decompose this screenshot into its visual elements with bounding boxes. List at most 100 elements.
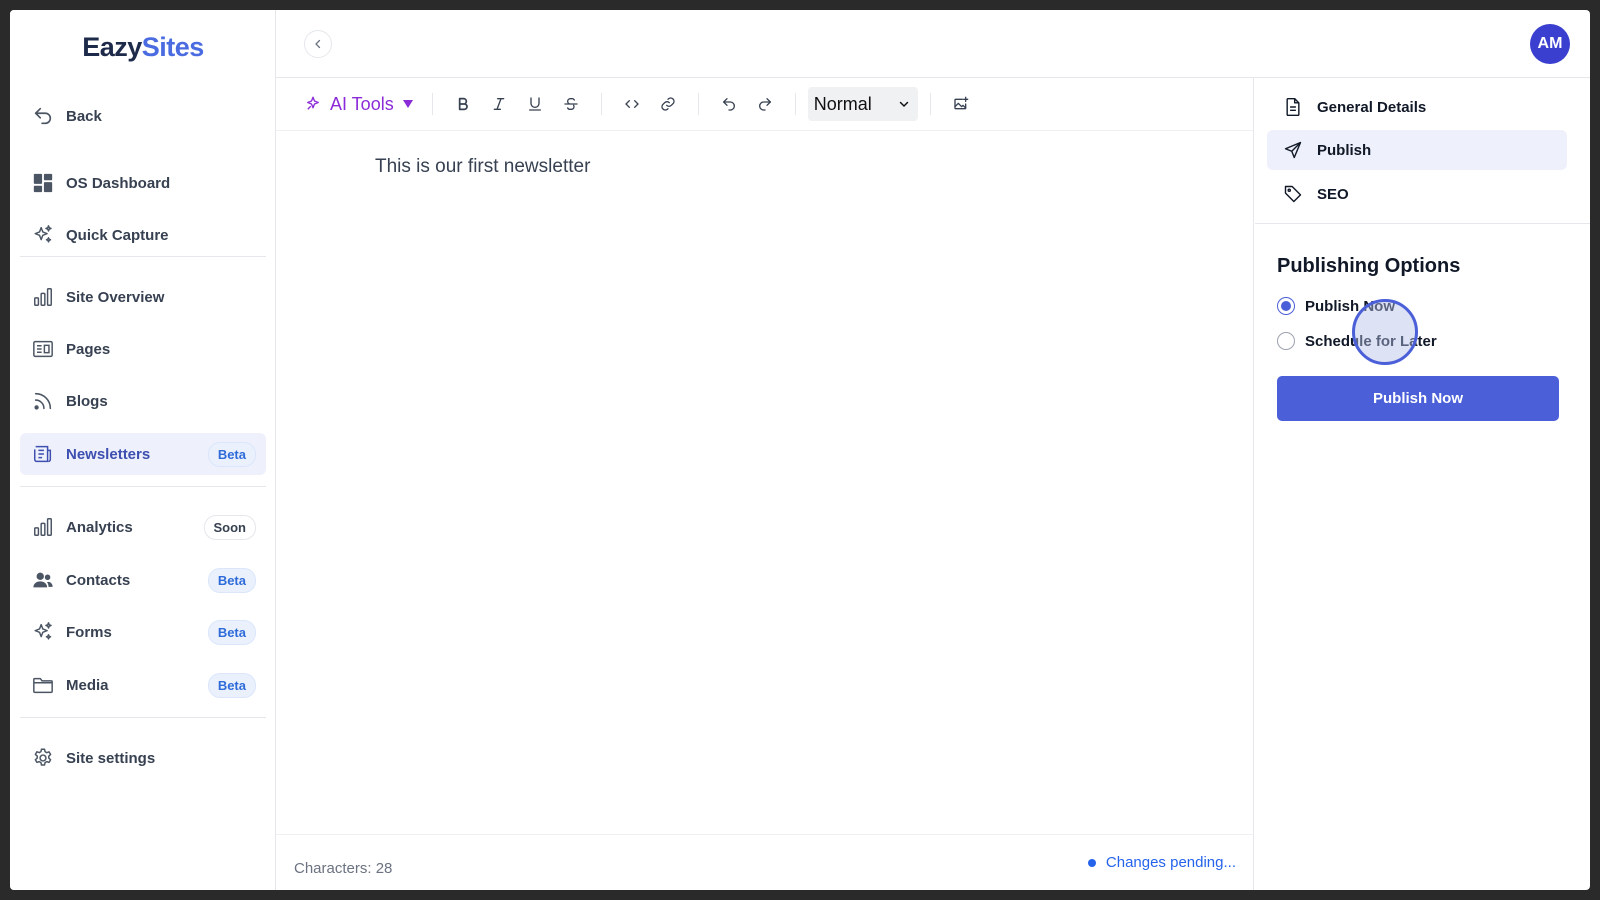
sidebar-item-label: Pages: [66, 340, 111, 358]
ai-tools-label: AI Tools: [330, 93, 394, 114]
toolbar-separator: [929, 93, 931, 115]
sidebar-item-contacts[interactable]: Contacts Beta: [20, 559, 266, 601]
sidebar-item-label: Contacts: [66, 571, 131, 589]
underline-button[interactable]: [517, 88, 553, 120]
right-panel: General Details Publish SEO Publishing O…: [1255, 78, 1590, 890]
italic-button[interactable]: [481, 88, 517, 120]
code-button[interactable]: [614, 88, 650, 120]
gear-icon: [32, 747, 54, 769]
sidebar-item-site-settings[interactable]: Site settings: [20, 737, 266, 779]
sidebar-item-label: Forms: [66, 623, 112, 641]
beta-badge: Beta: [207, 567, 256, 593]
caret-down-icon: [402, 100, 413, 108]
publishing-options-title: Publishing Options: [1277, 255, 1461, 277]
send-icon: [1284, 141, 1302, 159]
sidebar-item-quick-capture[interactable]: Quick Capture: [20, 214, 266, 256]
character-count: Characters: 28: [294, 860, 393, 877]
toolbar-separator: [600, 93, 602, 115]
back-label: Back: [66, 107, 102, 125]
tab-label: Publish: [1317, 141, 1372, 159]
sidebar-item-pages[interactable]: Pages: [20, 328, 266, 370]
sidebar-item-newsletters[interactable]: Newsletters Beta: [20, 433, 266, 475]
top-bar: AM: [276, 10, 1590, 78]
beta-badge: Beta: [207, 441, 256, 467]
tab-label: SEO: [1317, 185, 1349, 203]
folder-icon: [32, 674, 54, 696]
tab-publish[interactable]: Publish: [1267, 130, 1567, 170]
sidebar-divider: [20, 486, 266, 487]
undo-icon: [722, 98, 735, 111]
tab-general-details[interactable]: General Details: [1267, 87, 1567, 127]
sidebar-item-label: Newsletters: [66, 445, 151, 463]
chevron-down-icon: [899, 101, 908, 108]
save-status: Changes pending...: [1087, 854, 1236, 871]
app-window: EazySites Back OS Dashboard Quick Captur…: [10, 10, 1590, 890]
sidebar-item-label: Site Overview: [66, 288, 165, 306]
redo-icon: [758, 98, 771, 111]
magic-wand-icon: [307, 96, 319, 110]
collapse-sidebar-button[interactable]: [304, 30, 332, 58]
underline-icon: [528, 97, 541, 111]
sidebar-item-label: Analytics: [66, 518, 133, 536]
tag-icon: [1284, 185, 1302, 203]
undo-button[interactable]: [711, 88, 747, 120]
bold-icon: [458, 97, 468, 111]
sidebar-item-site-overview[interactable]: Site Overview: [20, 276, 266, 318]
tab-seo[interactable]: SEO: [1267, 174, 1567, 214]
chevron-left-icon: [315, 39, 321, 49]
document-icon: [1286, 97, 1300, 117]
sparkles-icon: [32, 224, 54, 246]
soon-badge: Soon: [203, 514, 256, 540]
link-icon: [661, 97, 675, 111]
sidebar-item-forms[interactable]: Forms Beta: [20, 611, 266, 653]
sidebar-item-label: Blogs: [66, 392, 108, 410]
sidebar-item-label: OS Dashboard: [66, 174, 171, 192]
editor-toolbar: AI Tools Normal: [276, 78, 1253, 131]
bold-button[interactable]: [445, 88, 481, 120]
beta-badge: Beta: [207, 672, 256, 698]
sidebar-item-label: Quick Capture: [66, 226, 169, 244]
strikethrough-button[interactable]: [553, 88, 589, 120]
click-indicator: [1352, 299, 1418, 365]
logo: EazySites: [82, 32, 204, 62]
sidebar-item-os-dashboard[interactable]: OS Dashboard: [20, 162, 266, 204]
radio-schedule-later[interactable]: [1277, 332, 1295, 350]
sidebar-divider: [20, 256, 266, 257]
sidebar-item-label: Media: [66, 676, 109, 694]
save-status-label: Changes pending...: [1105, 854, 1236, 871]
insert-image-button[interactable]: [943, 88, 979, 120]
publish-now-button[interactable]: Publish Now: [1277, 376, 1559, 421]
code-icon: [624, 100, 639, 108]
toolbar-separator: [697, 93, 699, 115]
bar-chart-icon: [32, 286, 54, 308]
strikethrough-icon: [564, 97, 578, 111]
bar-chart-icon: [32, 516, 54, 538]
avatar[interactable]: AM: [1530, 24, 1570, 64]
sidebar-item-media[interactable]: Media Beta: [20, 664, 266, 706]
rss-icon: [32, 390, 54, 412]
pages-icon: [32, 338, 54, 360]
sidebar-item-analytics[interactable]: Analytics Soon: [20, 506, 266, 548]
text-style-value: Normal: [813, 93, 872, 114]
beta-badge: Beta: [207, 619, 256, 645]
sidebar-item-blogs[interactable]: Blogs: [20, 380, 266, 422]
status-dot-icon: [1087, 858, 1096, 867]
back-button[interactable]: Back: [30, 96, 260, 136]
dashboard-icon: [32, 172, 54, 194]
editor-content[interactable]: This is our first newsletter: [375, 156, 590, 178]
link-button[interactable]: [650, 88, 686, 120]
tab-label: General Details: [1317, 98, 1427, 116]
sparkles-icon: [32, 621, 54, 643]
redo-button[interactable]: [747, 88, 783, 120]
panel-divider: [1255, 223, 1590, 224]
sidebar: EazySites Back OS Dashboard Quick Captur…: [10, 10, 276, 890]
ai-tools-dropdown[interactable]: AI Tools: [298, 90, 420, 119]
newspaper-icon: [32, 443, 54, 465]
radio-publish-now[interactable]: [1277, 297, 1295, 315]
editor-area: AI Tools Normal This is our first newsle…: [276, 78, 1254, 890]
text-style-select[interactable]: Normal: [807, 87, 918, 121]
toolbar-separator: [431, 93, 433, 115]
sidebar-item-label: Site settings: [66, 749, 156, 767]
editor-footer: Characters: 28 Changes pending...: [276, 834, 1254, 890]
users-icon: [32, 569, 54, 591]
